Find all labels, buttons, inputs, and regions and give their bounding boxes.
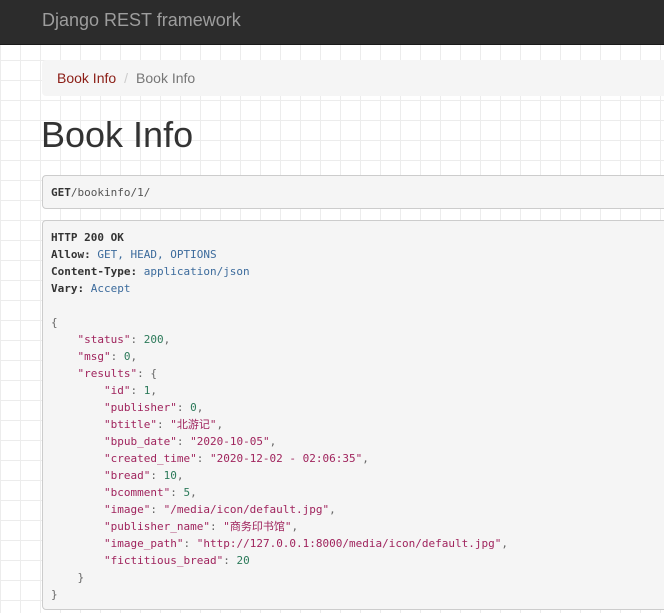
json-field-row: "fictitious_bread": 20 bbox=[103, 554, 250, 567]
header-value: GET, HEAD, OPTIONS bbox=[97, 248, 217, 261]
json-field-row: "id": 1, bbox=[103, 384, 157, 397]
json-field-row: "bcomment": 5, bbox=[103, 486, 197, 499]
json-value: 0 bbox=[190, 401, 197, 414]
json-field-row: "btitle": "北游记", bbox=[103, 418, 224, 431]
json-value: 0 bbox=[123, 350, 131, 363]
json-key: "publisher_name" bbox=[103, 520, 210, 533]
json-value: "2020-12-02 - 02:06:35" bbox=[209, 452, 363, 465]
json-open: { bbox=[51, 314, 664, 331]
header-key: Content-Type: bbox=[51, 265, 138, 278]
json-field-row: "publisher_name": "商务印书馆", bbox=[103, 520, 299, 533]
response-header-row: Content-Type: application/json bbox=[51, 263, 664, 280]
json-key: "results" bbox=[77, 367, 138, 380]
json-field-row: "publisher": 0, bbox=[103, 401, 204, 414]
json-row-status: "status": 200, bbox=[77, 333, 171, 346]
json-value: "商务印书馆" bbox=[223, 520, 292, 533]
response-status-line: HTTP 200 OK bbox=[51, 229, 664, 246]
json-results-close: } bbox=[77, 571, 85, 584]
json-key: "publisher" bbox=[103, 401, 177, 414]
json-key: "bpub_date" bbox=[103, 435, 177, 448]
json-value: "北游记" bbox=[170, 418, 217, 431]
json-field-row: "image": "/media/icon/default.jpg", bbox=[103, 503, 336, 516]
json-key: "image" bbox=[103, 503, 151, 516]
json-row-results: "results": { bbox=[77, 367, 157, 380]
breadcrumb-separator: / bbox=[124, 70, 129, 86]
json-value: 10 bbox=[163, 469, 177, 482]
response-header-row: Vary: Accept bbox=[51, 280, 664, 297]
json-close: } bbox=[51, 586, 664, 603]
json-value: 200 bbox=[143, 333, 164, 346]
header-key: Allow: bbox=[51, 248, 91, 261]
json-key: "fictitious_bread" bbox=[103, 554, 224, 567]
json-value: 20 bbox=[236, 554, 250, 567]
json-field-row: "bread": 10, bbox=[103, 469, 184, 482]
breadcrumb-link-book-info[interactable]: Book Info bbox=[57, 70, 116, 86]
status-line-text: HTTP 200 OK bbox=[51, 231, 124, 244]
json-key: "bread" bbox=[103, 469, 151, 482]
json-field-row: "created_time": "2020-12-02 - 02:06:35", bbox=[103, 452, 369, 465]
json-key: "btitle" bbox=[103, 418, 157, 431]
json-key: "id" bbox=[103, 384, 131, 397]
page-title: Book Info bbox=[41, 114, 194, 155]
json-key: "created_time" bbox=[103, 452, 197, 465]
json-key: "bcomment" bbox=[103, 486, 171, 499]
breadcrumb-active-item: Book Info bbox=[136, 70, 196, 86]
header-key: Vary: bbox=[51, 282, 85, 295]
json-field-row: "bpub_date": "2020-10-05", bbox=[103, 435, 277, 448]
json-row-msg: "msg": 0, bbox=[77, 350, 138, 363]
request-path: /bookinfo/1/ bbox=[70, 185, 151, 199]
json-field-row: "image_path": "http://127.0.0.1:8000/med… bbox=[103, 537, 508, 550]
header-value: Accept bbox=[90, 282, 131, 295]
request-method: GET bbox=[51, 185, 71, 199]
header-value: application/json bbox=[143, 265, 250, 278]
results-fields: "id": 1, "publisher": 0, "btitle": "北游记"… bbox=[51, 382, 664, 569]
json-value: "/media/icon/default.jpg" bbox=[163, 503, 330, 516]
request-info: GET /bookinfo/1/ bbox=[42, 175, 664, 209]
response-info: HTTP 200 OK Allow: GET, HEAD, OPTIONS Cont… bbox=[42, 220, 664, 610]
navbar-brand-link[interactable]: Django REST framework bbox=[42, 10, 241, 30]
json-value: "http://127.0.0.1:8000/media/icon/defaul… bbox=[196, 537, 502, 550]
json-key: "msg" bbox=[77, 350, 111, 363]
breadcrumb: Book Info / Book Info bbox=[42, 60, 664, 96]
json-key: "image_path" bbox=[103, 537, 184, 550]
json-open-brace: { bbox=[51, 316, 58, 329]
json-close-brace: } bbox=[51, 588, 58, 601]
json-value: "2020-10-05" bbox=[190, 435, 270, 448]
json-results-close-row: } bbox=[51, 569, 664, 586]
response-header-row: Allow: GET, HEAD, OPTIONS bbox=[51, 246, 664, 263]
json-results-open: { bbox=[150, 367, 157, 380]
top-navbar: Django REST framework bbox=[0, 0, 664, 45]
json-key: "status" bbox=[77, 333, 131, 346]
